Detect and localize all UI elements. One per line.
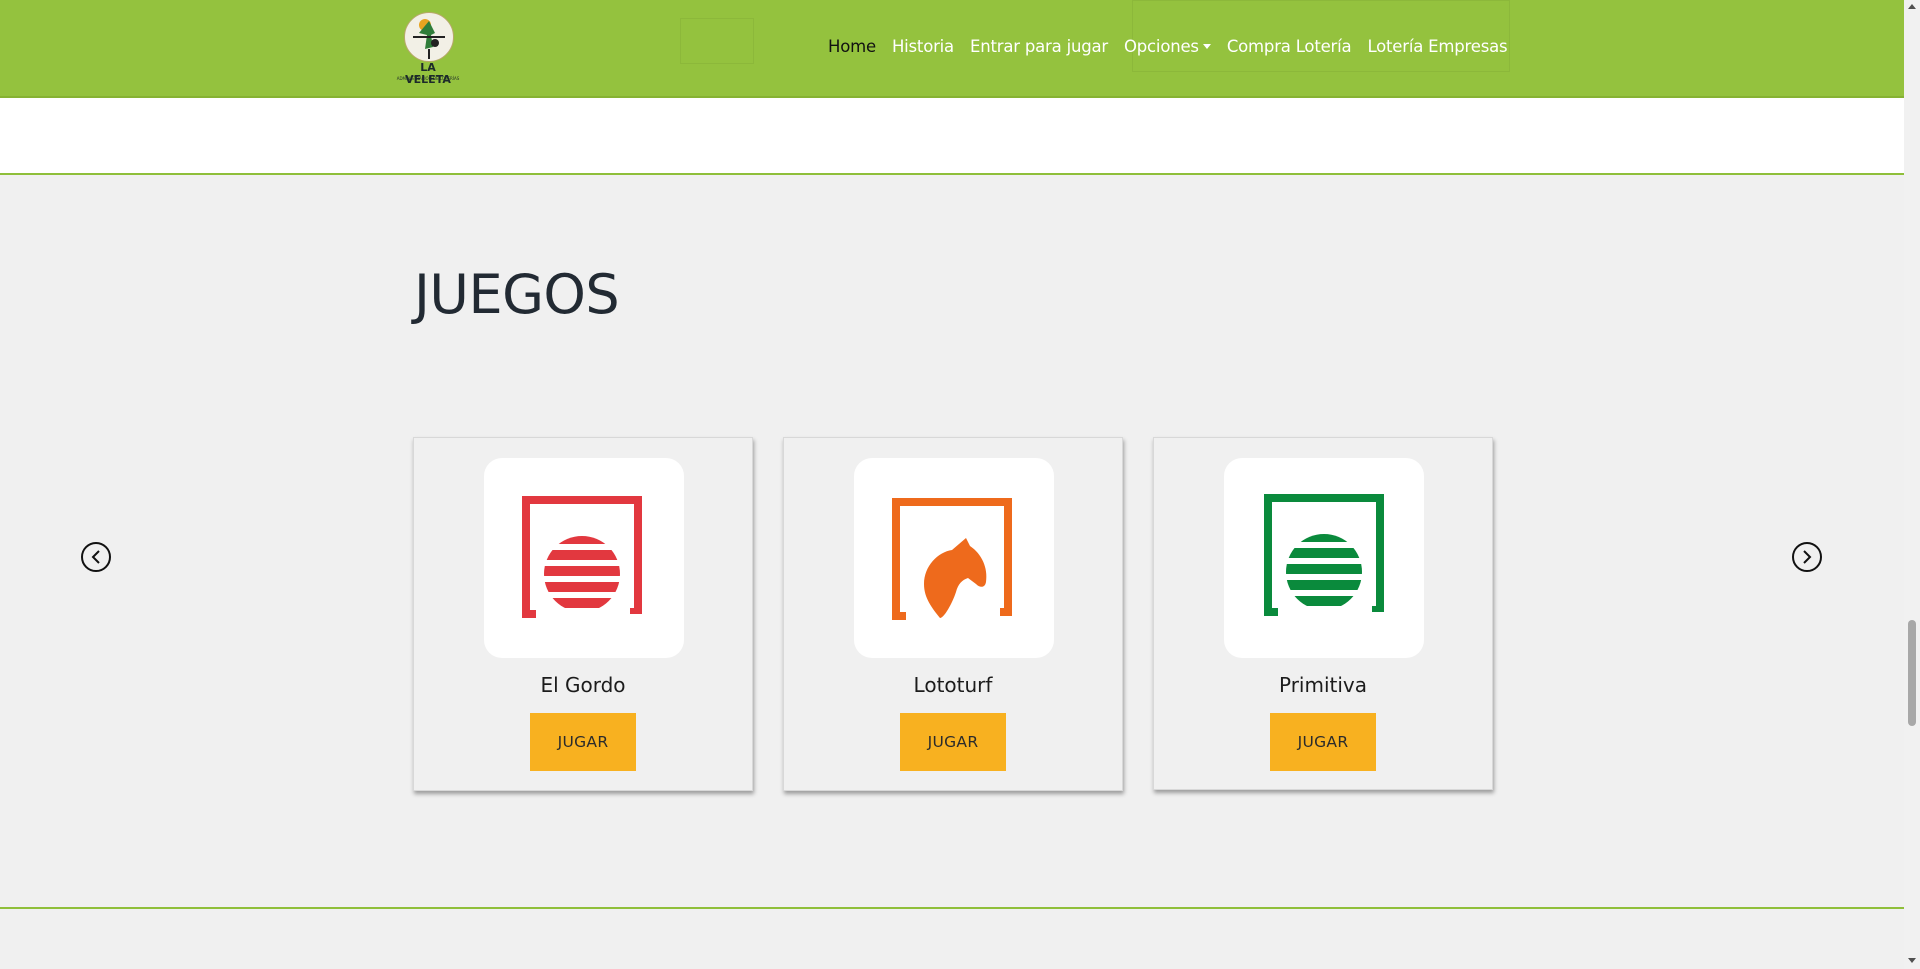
game-name: Lototurf — [913, 673, 993, 697]
main-nav: Home Historia Entrar para jugar Opciones… — [828, 37, 1508, 56]
carousel-next-button[interactable] — [1792, 542, 1822, 572]
nav-item-home[interactable]: Home — [828, 37, 876, 56]
scrollbar-thumb[interactable] — [1908, 620, 1916, 726]
logo-emblem — [404, 12, 454, 62]
game-card-lototurf: Lototurf JUGAR — [783, 437, 1123, 791]
logo-text: LA VELETA — [405, 61, 451, 86]
primitiva-icon — [1264, 494, 1384, 616]
nav-item-opciones[interactable]: Opciones — [1124, 37, 1211, 56]
nav-item-historia[interactable]: Historia — [892, 37, 954, 56]
game-icon-box — [484, 458, 684, 658]
top-navbar: LA VELETA ADMINISTRACIÓN DE LOTERÍAS Hom… — [0, 0, 1904, 98]
white-band — [0, 98, 1904, 175]
game-name: El Gordo — [540, 673, 626, 697]
chevron-left-icon — [91, 550, 100, 564]
logo-subtext: ADMINISTRACIÓN DE LOTERÍAS — [396, 76, 460, 81]
scroll-down-icon[interactable] — [1908, 958, 1916, 963]
jugar-button-primitiva[interactable]: JUGAR — [1270, 713, 1376, 771]
jugar-button-lototurf[interactable]: JUGAR — [900, 713, 1006, 771]
carousel-prev-button[interactable] — [81, 542, 111, 572]
el-gordo-icon — [522, 496, 642, 618]
lototurf-horse-icon — [892, 498, 1012, 620]
game-card-el-gordo: El Gordo JUGAR — [413, 437, 753, 791]
nav-item-loteria-empresas[interactable]: Lotería Empresas — [1367, 37, 1507, 56]
game-icon-box — [1224, 458, 1424, 658]
game-name: Primitiva — [1278, 673, 1368, 697]
section-title: JUEGOS — [414, 263, 620, 326]
nav-item-entrar-para-jugar[interactable]: Entrar para jugar — [970, 37, 1108, 56]
nav-item-compra-loteria[interactable]: Compra Lotería — [1227, 37, 1352, 56]
game-card-primitiva: Primitiva JUGAR — [1153, 437, 1493, 790]
background-ghost-box — [680, 18, 754, 64]
jugar-button-el-gordo[interactable]: JUGAR — [530, 713, 636, 771]
brand-logo[interactable]: LA VELETA ADMINISTRACIÓN DE LOTERÍAS — [396, 12, 460, 86]
caret-down-icon — [1202, 44, 1211, 49]
scroll-up-icon[interactable] — [1908, 4, 1916, 9]
nav-item-opciones-label: Opciones — [1124, 37, 1199, 56]
background-ghost-box — [1132, 0, 1510, 72]
chevron-right-icon — [1803, 550, 1812, 564]
game-icon-box — [854, 458, 1054, 658]
page-scrollbar[interactable] — [1904, 0, 1920, 969]
